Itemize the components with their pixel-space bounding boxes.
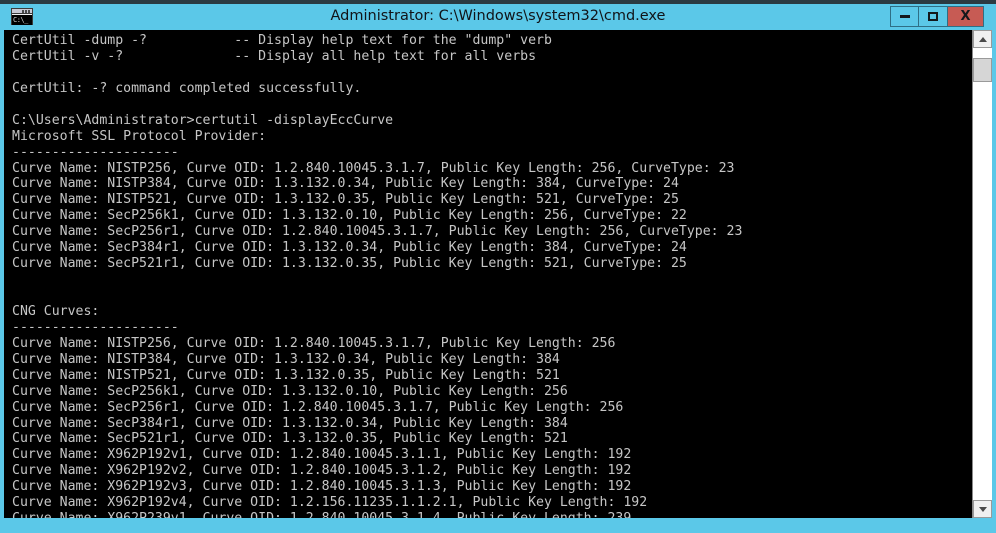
console-output[interactable]: CertUtil -dump -? -- Display help text f…: [4, 30, 972, 518]
scrollbar-track[interactable]: [973, 48, 992, 500]
console-line: Curve Name: NISTP256, Curve OID: 1.2.840…: [12, 335, 616, 351]
console-line: Curve Name: X962P192v2, Curve OID: 1.2.8…: [12, 463, 632, 479]
console-scrollbar[interactable]: [972, 30, 992, 518]
console-line: Curve Name: SecP521r1, Curve OID: 1.3.13…: [12, 256, 687, 272]
window-bottom-edge: [4, 518, 992, 522]
minimize-icon: [899, 15, 910, 18]
screen: C:\_ Administrator: C:\Windows\system32\…: [0, 0, 996, 533]
window-controls: X: [890, 6, 984, 27]
console-line: Curve Name: NISTP384, Curve OID: 1.3.132…: [12, 351, 560, 367]
console-line-list: CertUtil -dump -? -- Display help text f…: [12, 33, 972, 518]
console-line: Curve Name: SecP256k1, Curve OID: 1.3.13…: [12, 208, 687, 224]
console-line: Curve Name: X962P192v1, Curve OID: 1.2.8…: [12, 447, 632, 463]
cmd-icon-titlebar: [12, 9, 32, 14]
maximize-button[interactable]: [919, 6, 948, 27]
console-line: Microsoft SSL Protocol Provider:: [12, 128, 267, 144]
console-line: Curve Name: X962P239v1, Curve OID: 1.2.8…: [12, 511, 972, 518]
console-line: Curve Name: SecP384r1, Curve OID: 1.3.13…: [12, 415, 568, 431]
window-title: Administrator: C:\Windows\system32\cmd.e…: [330, 8, 666, 24]
console-line: Curve Name: SecP256k1, Curve OID: 1.3.13…: [12, 383, 568, 399]
console-line: CertUtil -dump -? -- Display help text f…: [12, 33, 552, 48]
console-line: ---------------------: [12, 319, 179, 335]
scrollbar-thumb[interactable]: [973, 58, 992, 82]
cmd-icon-buttons: [22, 10, 31, 13]
cmd-icon-prompt: C:\_: [12, 15, 32, 25]
cmd-icon: C:\_: [11, 8, 33, 25]
maximize-icon: [928, 12, 938, 21]
console-area: CertUtil -dump -? -- Display help text f…: [4, 30, 992, 518]
console-line: Curve Name: SecP256r1, Curve OID: 1.2.84…: [12, 224, 743, 240]
console-line: Curve Name: SecP256r1, Curve OID: 1.2.84…: [12, 399, 624, 415]
console-line: Curve Name: SecP521r1, Curve OID: 1.3.13…: [12, 431, 568, 447]
console-line: CertUtil: -? command completed successfu…: [12, 80, 362, 96]
cmd-window: C:\_ Administrator: C:\Windows\system32\…: [0, 0, 996, 533]
console-line: Curve Name: X962P192v3, Curve OID: 1.2.8…: [12, 479, 632, 495]
title-bar[interactable]: C:\_ Administrator: C:\Windows\system32\…: [0, 4, 996, 28]
scroll-down-button[interactable]: [973, 500, 992, 518]
chevron-down-icon: [978, 506, 987, 512]
scroll-up-button[interactable]: [973, 30, 992, 48]
console-line: C:\Users\Administrator>certutil -display…: [12, 112, 394, 128]
close-button[interactable]: X: [948, 6, 984, 27]
console-line: CNG Curves:: [12, 303, 100, 319]
minimize-button[interactable]: [890, 6, 919, 27]
console-line: Curve Name: NISTP384, Curve OID: 1.3.132…: [12, 176, 679, 192]
console-line: Curve Name: SecP384r1, Curve OID: 1.3.13…: [12, 240, 687, 256]
console-line: ---------------------: [12, 144, 179, 160]
console-line: Curve Name: NISTP521, Curve OID: 1.3.132…: [12, 192, 679, 208]
console-line: Curve Name: NISTP521, Curve OID: 1.3.132…: [12, 367, 560, 383]
console-line: Curve Name: X962P192v4, Curve OID: 1.2.1…: [12, 495, 648, 511]
chevron-up-icon: [978, 36, 987, 42]
console-line: Curve Name: NISTP256, Curve OID: 1.2.840…: [12, 160, 735, 176]
console-line: CertUtil -v -? -- Display all help text …: [12, 48, 537, 64]
close-icon: X: [960, 9, 971, 24]
